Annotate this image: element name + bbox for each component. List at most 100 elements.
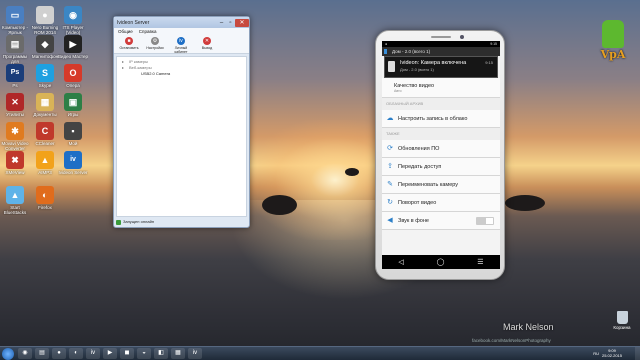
desktop-icon[interactable]: ▦ Документы	[30, 93, 60, 122]
desktop-icon-label: Опера	[66, 83, 80, 88]
app-icon: ◐	[36, 186, 54, 204]
toolbar-icon: ✕	[203, 37, 211, 45]
desktop-icon[interactable]: ✖ XMeView	[0, 151, 30, 180]
desktop-icon[interactable]: ▭ Компьютер - Ярлык	[0, 6, 30, 35]
status-text: Запущен онлайн	[123, 219, 155, 224]
author-link: facebook.com/MarkNelsonPhotography	[472, 338, 551, 343]
taskbar-app-icon[interactable]: ▶	[103, 348, 117, 359]
menu-item-label: Поворот видео	[398, 199, 437, 206]
taskbar-app-icon[interactable]: ▤	[35, 348, 49, 359]
taskbar-app-icon[interactable]: ●	[52, 348, 66, 359]
phone-mockup: ● 9:15 Дом - 2.0 (всего 1) Ivideon: Каме…	[375, 30, 505, 280]
desktop-icon-label: Магнитофон	[31, 54, 59, 59]
camera-notification[interactable]: Ivideon: Камера включена Дом - 2.0 (всег…	[384, 56, 498, 78]
background-sound-label: Звук в фоне	[398, 217, 429, 224]
window-titlebar[interactable]: Ivideon Server – ▫ ✕	[114, 17, 249, 28]
desktop-icon-label: Skype	[38, 83, 52, 88]
taskbar-app-icon[interactable]: ◒	[137, 348, 151, 359]
desktop-icon[interactable]: S Skype	[30, 64, 60, 93]
notification-header-text: Дом - 2.0 (всего 1)	[392, 49, 431, 54]
home-icon[interactable]: ◯	[437, 258, 445, 266]
notification-subtitle: Дом - 2.0 (всего 1)	[400, 67, 434, 72]
toolbar-button[interactable]: ✕ Выход	[195, 37, 219, 52]
desktop-icon[interactable]: ✕ Утилиты	[0, 93, 30, 122]
section-also: ТАКЖЕ	[382, 128, 500, 140]
phone-menu-item[interactable]: ✎ Переименовать камеру	[382, 176, 500, 194]
menu-help[interactable]: Справка	[139, 28, 157, 36]
taskbar-app-icon[interactable]: ◼	[120, 348, 134, 359]
tree-item-label: IP камеры	[129, 59, 148, 64]
phone-menu-item[interactable]: ↻ Поворот видео	[382, 194, 500, 212]
desktop-icon[interactable]: Ps Ps	[0, 64, 30, 93]
desktop-icon-label: ITS Player (Video)	[62, 25, 84, 35]
phone-menu-item[interactable]: ⟳ Обновления ПО	[382, 140, 500, 158]
taskbar-app-icon[interactable]: ◉	[18, 348, 32, 359]
desktop-icon[interactable]: ◆ Магнитофон	[30, 35, 60, 64]
menu-item-icon: ⟳	[387, 144, 393, 152]
app-icon: ◆	[36, 35, 54, 53]
menu-item-label: Обновления ПО	[398, 145, 440, 152]
app-icon: Ps	[6, 64, 24, 82]
window-statusbar: Запущен онлайн	[116, 218, 247, 226]
app-icon: ◉	[64, 6, 82, 24]
cloud-recording-item[interactable]: ☁ Настроить запись в облако	[382, 110, 500, 128]
show-desktop-button[interactable]	[635, 347, 640, 360]
app-icon: C	[36, 122, 54, 140]
recycle-bin-icon	[616, 311, 628, 324]
desktop-icon[interactable]: iv Ivideon Server	[58, 151, 88, 180]
taskbar-app-icon[interactable]: ◧	[154, 348, 168, 359]
menu-item-icon: ✎	[387, 180, 393, 188]
desktop-icon-label: Утилиты	[6, 112, 24, 117]
desktop-icon-label: Ps	[12, 83, 18, 88]
video-quality-item[interactable]: Качество видео Авто	[382, 78, 500, 98]
taskbar-app-icon[interactable]: ◐	[69, 348, 83, 359]
app-icon: ▣	[64, 93, 82, 111]
back-icon[interactable]: ◁	[398, 258, 403, 266]
background-sound-item[interactable]: ◀ Звук в фоне	[382, 212, 500, 230]
cloud-recording-label: Настроить запись в облако	[398, 115, 468, 122]
toolbar-button-label: Настройки	[146, 46, 164, 50]
taskbar-app-icon[interactable]: iv	[188, 348, 202, 359]
recycle-bin[interactable]: Корзина	[609, 311, 635, 330]
toolbar-button[interactable]: ■ Остановить	[117, 37, 141, 52]
desktop-icon[interactable]: ◐ Firefox	[30, 186, 60, 215]
desktop-icon-label: AIMP3	[38, 170, 52, 175]
start-button[interactable]	[2, 347, 14, 360]
desktop-icon[interactable]: ▣ Игры	[58, 93, 88, 122]
desktop-icon[interactable]: C CCleaner	[30, 122, 60, 151]
toolbar-button-label: Остановить	[119, 46, 139, 50]
camera-item[interactable]: USB2.0 Camera	[121, 71, 242, 77]
maximize-button[interactable]: ▫	[226, 19, 235, 27]
toolbar-button-label: Выход	[201, 46, 213, 50]
minimize-button[interactable]: –	[217, 19, 226, 27]
desktop-icon[interactable]: ◉ ITS Player (Video)	[58, 6, 88, 35]
phone-menu-item[interactable]: ⇪ Передать доступ	[382, 158, 500, 176]
android-robot-icon	[602, 20, 624, 48]
tray-clock[interactable]: 9:09 25.02.2015	[602, 348, 622, 358]
menu-icon[interactable]: ☰	[477, 258, 483, 266]
ivideon-server-window[interactable]: Ivideon Server – ▫ ✕ Общие Справка ■ Оста…	[113, 16, 250, 228]
background-sound-toggle[interactable]	[476, 217, 494, 225]
desktop-icon[interactable]: O Опера	[58, 64, 88, 93]
phone-icon	[388, 61, 395, 72]
desktop-icon-label: Мой	[68, 141, 78, 146]
taskbar-app-icon[interactable]: iv	[86, 348, 100, 359]
desktop-icon[interactable]: ▲ Start BlueStacks	[0, 186, 30, 215]
desktop-icon[interactable]: ▲ AIMP3	[30, 151, 60, 180]
app-icon: ▦	[36, 93, 54, 111]
desktop-icon[interactable]: ✱ Movavi Video Converter	[0, 122, 30, 151]
recycle-bin-label: Корзина	[613, 325, 631, 330]
close-button[interactable]: ✕	[235, 18, 249, 27]
taskbar-app-icon[interactable]: ▦	[171, 348, 185, 359]
menu-general[interactable]: Общие	[118, 28, 133, 36]
desktop-icon-label: Программы для скачивания	[2, 54, 28, 64]
desktop-icon[interactable]: ● Nero Burning ROM 2014	[30, 6, 60, 35]
desktop-icon[interactable]: ▪ Мой	[58, 122, 88, 151]
app-icon: ▲	[36, 151, 54, 169]
desktop-icon[interactable]: ▤Программы для скачивания	[0, 35, 30, 64]
language-indicator[interactable]: RU	[593, 351, 599, 356]
toolbar-button[interactable]: iv Личный кабинет	[169, 37, 193, 54]
menu-item-label: Переименовать камеру	[398, 181, 459, 188]
desktop-icon[interactable]: ▶ Видео Мастер	[58, 35, 88, 64]
toolbar-button[interactable]: ⚙ Настройки	[143, 37, 167, 52]
